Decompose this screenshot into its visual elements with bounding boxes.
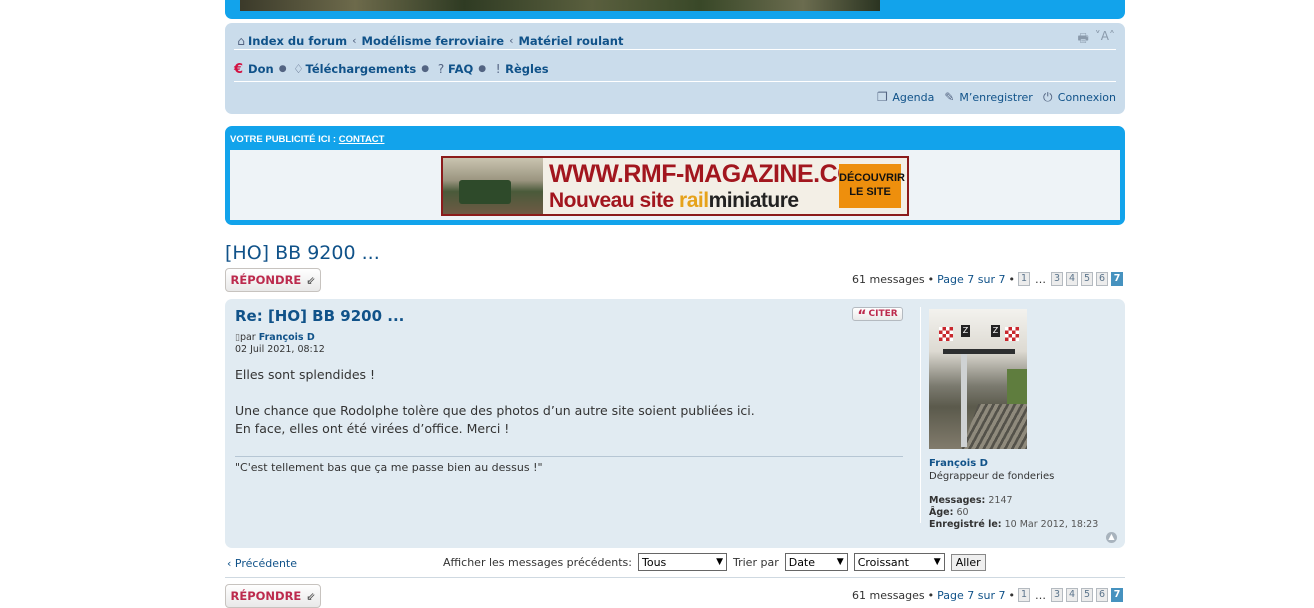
sort-label: Trier par: [733, 555, 779, 569]
page-5[interactable]: 5: [1081, 272, 1093, 286]
agenda-link[interactable]: ❐ Agenda: [875, 90, 934, 104]
chevron-down-icon: ▼: [716, 557, 723, 567]
avatar[interactable]: Z Z: [929, 309, 1027, 449]
font-size-icon[interactable]: ˅A˄: [1095, 29, 1115, 50]
banner-train-image: [443, 158, 543, 214]
message-count: 61 messages: [851, 588, 925, 602]
page-jump[interactable]: Page 7 sur 7: [937, 589, 1005, 602]
euro-icon: €: [234, 61, 244, 77]
reply-button-bottom[interactable]: RÉPONDRE ⇙: [225, 584, 321, 608]
go-button[interactable]: Aller: [950, 553, 986, 571]
quote-button[interactable]: “CITER: [852, 307, 903, 324]
breadcrumb-materiel[interactable]: Matériel roulant: [518, 34, 623, 48]
post-line: Elles sont splendides !: [235, 367, 376, 382]
calendar-icon: ❐: [876, 90, 888, 104]
back-to-top-icon[interactable]: ▲: [1106, 532, 1117, 543]
user-links: ❐ Agenda ✎ M’enregistrer ⏻ Connexion: [234, 89, 1116, 105]
post-content: Elles sont splendides ! Une chance que R…: [235, 366, 905, 438]
page-7-current: 7: [1111, 272, 1123, 286]
page-6[interactable]: 6: [1096, 272, 1108, 286]
pagination-bottom: 61 messages • Page 7 sur 7 • 1 … 3 4 5 6…: [852, 588, 1123, 602]
downloads-link[interactable]: Téléchargements: [306, 62, 417, 76]
sort-by-select[interactable]: Date ▼: [784, 553, 848, 571]
chevron-down-icon: ▼: [933, 557, 941, 567]
navbar: ⌂ Index du forum ‹ Modélisme ferroviaire…: [225, 23, 1125, 114]
reply-button[interactable]: RÉPONDRE ⇙: [225, 268, 321, 292]
quote-icon: “: [857, 308, 867, 324]
page-4[interactable]: 4: [1066, 272, 1078, 286]
ad-content: WWW.RMF-MAGAZINE.COM Nouveau site railmi…: [230, 150, 1120, 220]
page-7-current: 7: [1111, 588, 1123, 602]
breadcrumb-separator: ‹: [509, 34, 514, 47]
contact-link[interactable]: CONTACT: [339, 134, 385, 145]
profile-rank: Dégrappeur de fonderies: [929, 471, 1055, 482]
rules-link[interactable]: Règles: [505, 62, 548, 76]
signature: "C'est tellement bas que ça me passe bie…: [235, 461, 543, 474]
separator-dot: ●: [421, 64, 430, 74]
download-icon: ♢: [293, 62, 304, 76]
banner-discover-button[interactable]: DÉCOUVRIR LE SITE: [839, 164, 905, 208]
banner-url: WWW.RMF-MAGAZINE.COM: [549, 160, 877, 188]
breadcrumb: ⌂ Index du forum ‹ Modélisme ferroviaire…: [234, 32, 1116, 50]
show-label: Afficher les messages précédents:: [443, 555, 632, 569]
reply-icon: ⇙: [306, 589, 316, 603]
banner-subtitle: Nouveau site railminiature: [549, 189, 799, 212]
profile-stats: Messages: 2147 Âge: 60 Enregistré le: 10…: [929, 495, 1099, 530]
page-jump[interactable]: Page 7 sur 7: [937, 273, 1005, 286]
breadcrumb-separator: ‹: [352, 34, 357, 47]
post-author-line: ▯par François D 02 Juil 2021, 08:12: [235, 332, 325, 355]
chevron-down-icon: ▼: [836, 557, 844, 567]
ad-box: VOTRE PUBLICITÉ ICI : CONTACT WWW.RMF-MA…: [225, 126, 1125, 225]
message-count: 61 messages: [851, 272, 925, 286]
sort-bar: Afficher les messages précédents: Tous ▼ …: [443, 553, 986, 571]
post-profile: Z Z François D Dégrappeur de fonderies M…: [920, 307, 1120, 530]
login-link[interactable]: ⏻ Connexion: [1041, 90, 1116, 104]
nav-divider: [234, 81, 1116, 82]
rules-icon: !: [495, 62, 501, 76]
profile-name[interactable]: François D: [929, 458, 988, 469]
breadcrumb-modelisme[interactable]: Modélisme ferroviaire: [362, 34, 505, 48]
ad-title: VOTRE PUBLICITÉ ICI : CONTACT: [230, 134, 385, 145]
post-line: Une chance que Rodolphe tolère que des p…: [235, 403, 755, 418]
register-icon: ✎: [944, 90, 955, 104]
pagination-top: 61 messages • Page 7 sur 7 • 1 … 3 4 5 6…: [852, 272, 1123, 286]
separator-dot: ●: [278, 64, 287, 74]
reply-icon: ⇙: [306, 273, 316, 287]
site-header: [225, 0, 1125, 19]
breadcrumb-index[interactable]: Index du forum: [248, 34, 347, 48]
page-1[interactable]: 1: [1018, 588, 1030, 602]
page-4[interactable]: 4: [1066, 588, 1078, 602]
register-link[interactable]: ✎ M’enregistrer: [942, 90, 1032, 104]
page-3[interactable]: 3: [1051, 272, 1063, 286]
page-5[interactable]: 5: [1081, 588, 1093, 602]
print-icon[interactable]: 🖶: [1077, 29, 1088, 50]
power-icon: ⏻: [1043, 90, 1053, 104]
page-1[interactable]: 1: [1018, 272, 1030, 286]
show-select[interactable]: Tous ▼: [638, 553, 727, 571]
rmf-banner[interactable]: WWW.RMF-MAGAZINE.COM Nouveau site railmi…: [441, 156, 909, 216]
order-select[interactable]: Croissant ▼: [853, 553, 945, 571]
signature-divider: [235, 456, 903, 457]
header-banner-image: [240, 0, 880, 11]
post-date: 02 Juil 2021, 08:12: [235, 344, 325, 355]
faq-link[interactable]: FAQ: [448, 62, 473, 76]
faq-icon: ?: [437, 62, 445, 76]
post: Re: [HO] BB 9200 ... “CITER ▯par Françoi…: [225, 299, 1125, 548]
post-line: En face, elles ont été virées d’office. …: [235, 421, 510, 436]
post-line: [235, 384, 905, 402]
don-link[interactable]: Don: [248, 62, 274, 76]
post-author-link[interactable]: François D: [259, 332, 315, 343]
page-tools: 🖶 ˅A˄: [1077, 29, 1115, 50]
quick-links: € Don ● ♢ Téléchargements ● ? FAQ ● ! Rè…: [234, 60, 1116, 78]
page-6[interactable]: 6: [1096, 588, 1108, 602]
post-title[interactable]: Re: [HO] BB 9200 ...: [235, 307, 404, 325]
topic-title[interactable]: [HO] BB 9200 ...: [225, 242, 380, 264]
previous-topic-link[interactable]: ‹ Précédente: [227, 557, 297, 570]
footer-divider: [225, 577, 1125, 578]
separator-dot: ●: [478, 64, 487, 74]
home-icon: ⌂: [237, 33, 245, 48]
page-3[interactable]: 3: [1051, 588, 1063, 602]
